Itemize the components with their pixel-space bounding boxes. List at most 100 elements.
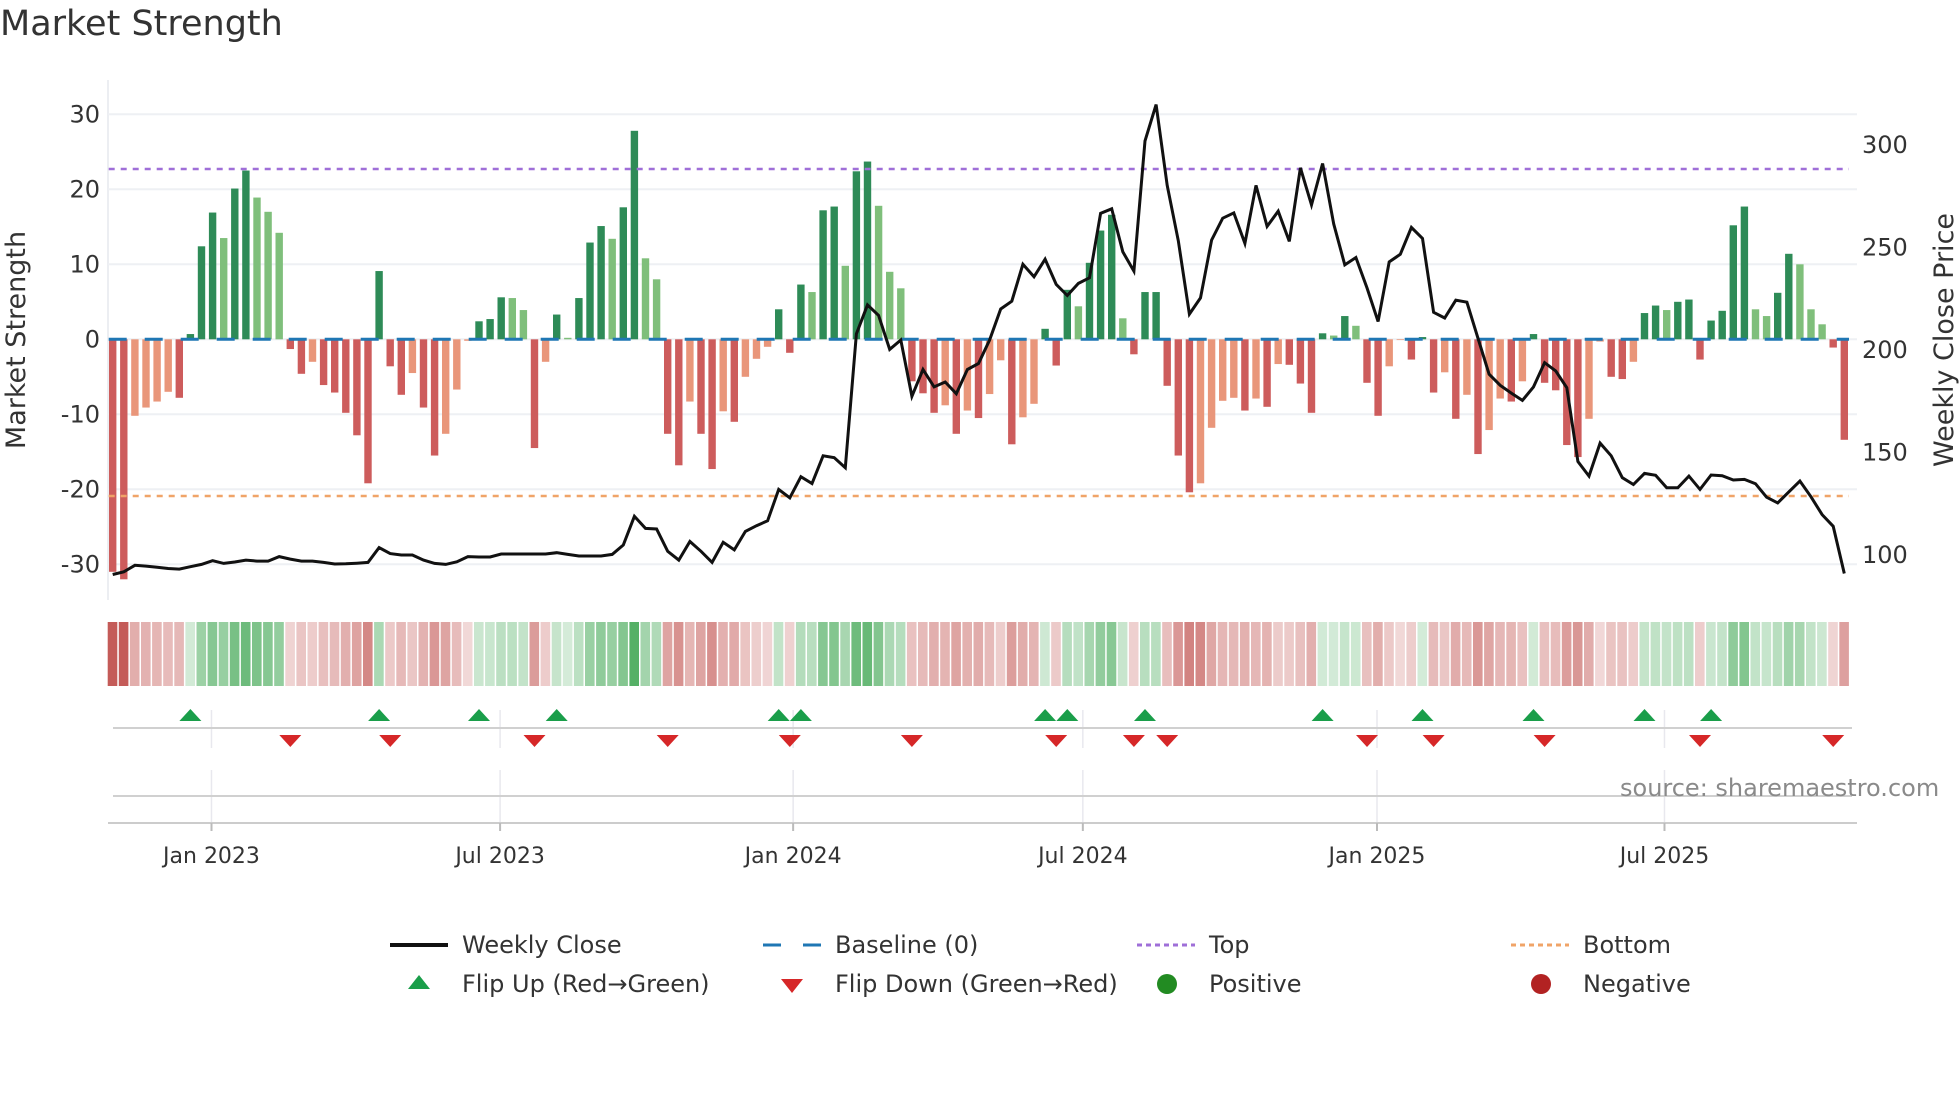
strip-cell <box>1661 622 1672 686</box>
strength-bar <box>109 339 117 572</box>
strip-cell <box>1350 622 1361 686</box>
strength-bar <box>1774 292 1782 340</box>
strip-cell <box>1439 622 1450 686</box>
strength-bar <box>1219 339 1227 401</box>
strength-bar <box>342 339 350 413</box>
strength-bar <box>475 321 483 340</box>
strip-cell <box>1384 622 1394 686</box>
strength-bar <box>1352 325 1360 340</box>
strip-cell <box>1395 622 1405 686</box>
strength-bar <box>220 238 228 340</box>
strip-cell <box>307 622 318 686</box>
strip-cell <box>1173 622 1183 686</box>
strength-bar <box>852 171 861 340</box>
strip-cell <box>1306 622 1317 686</box>
strip-cell <box>1517 622 1527 686</box>
strip-cell <box>662 622 673 686</box>
strength-bar <box>564 337 572 340</box>
strip-cell <box>829 622 839 686</box>
strip-cell <box>1084 622 1095 686</box>
y-tick-label: -30 <box>61 550 100 578</box>
strength-bar <box>1829 339 1837 348</box>
strip-cell <box>962 622 972 686</box>
strip-cell <box>784 622 795 686</box>
strip-cell <box>540 622 551 686</box>
strip-cell <box>1417 622 1428 686</box>
strength-bar <box>1474 339 1482 455</box>
strip-cell <box>1106 622 1117 686</box>
strength-bar <box>819 210 827 340</box>
strip-cell <box>1328 622 1339 686</box>
strength-bar <box>530 339 539 449</box>
strength-bar <box>1119 318 1127 340</box>
strip-cell <box>141 622 151 686</box>
x-tick-label: Jan 2025 <box>1327 844 1426 869</box>
flip-up-marker <box>545 709 568 721</box>
strength-bar <box>830 206 838 340</box>
y-tick-label: -10 <box>61 400 100 428</box>
strip-cell <box>651 622 662 686</box>
strength-bar <box>708 339 716 470</box>
strength-bar <box>1307 339 1316 413</box>
flip-up-marker <box>1056 709 1079 721</box>
strength-bar <box>486 319 494 340</box>
flip-up-marker <box>1522 709 1545 721</box>
strength-bar <box>275 232 283 340</box>
strip-cell <box>1262 622 1272 686</box>
strip-cell <box>274 622 284 686</box>
flip-down-marker <box>1533 735 1556 747</box>
strength-bar <box>541 339 550 362</box>
strength-bar <box>1285 339 1293 365</box>
y-tick-label: 10 <box>69 250 100 278</box>
strip-cell <box>1539 622 1550 686</box>
strip-cell <box>884 622 895 686</box>
strip-cell <box>207 622 218 686</box>
strip-cell <box>684 622 695 686</box>
strip-cell <box>1528 622 1539 686</box>
strip-cell <box>1428 622 1439 686</box>
strength-bar <box>1762 316 1771 340</box>
strip-cell <box>529 622 540 686</box>
strip-cell <box>1184 622 1194 686</box>
strength-bar <box>1629 339 1638 362</box>
strength-bar <box>652 279 661 340</box>
strength-bar <box>153 339 161 402</box>
flip-down-marker <box>656 735 679 747</box>
strength-bar <box>1696 339 1704 360</box>
strength-bar <box>1374 339 1382 416</box>
axes: -30 -20 -10 0 10 20 30 100 150 200 250 300 Market St… <box>1 100 1960 869</box>
flip-down-marker <box>1045 735 1068 747</box>
strength-bar <box>1518 339 1527 382</box>
strip-cell <box>1073 622 1083 686</box>
strip-cell <box>1251 622 1261 686</box>
strength-bar <box>775 309 783 340</box>
strip-cell <box>1639 622 1650 686</box>
strip-cell <box>762 622 773 686</box>
strength-bar <box>1241 339 1249 411</box>
strength-bar <box>453 339 461 390</box>
flip-up-marker <box>368 709 391 721</box>
x-tick-label: Jul 2025 <box>1618 844 1710 869</box>
strip-cell <box>152 622 162 686</box>
strength-bar <box>1163 339 1171 386</box>
strength-bar <box>841 265 849 340</box>
strength-bar <box>131 339 139 416</box>
strip-cell <box>462 622 473 686</box>
flip-markers <box>113 709 1852 797</box>
strip-cell <box>940 622 950 686</box>
strength-bar <box>1452 339 1460 419</box>
strip-cell <box>807 622 817 686</box>
strip-cell <box>240 622 251 686</box>
strength-bar <box>930 339 938 413</box>
strength-bar <box>242 170 250 340</box>
strip-cell <box>185 622 195 686</box>
strip-cell <box>1628 622 1638 686</box>
strip-cell <box>1584 622 1594 686</box>
strip-cell <box>1672 622 1683 686</box>
strip-cell <box>629 622 639 686</box>
strip-cell <box>1728 622 1738 686</box>
strip-cell <box>1817 622 1827 686</box>
strip-cell <box>418 622 429 686</box>
flip-up-marker <box>1134 709 1156 721</box>
strip-cell <box>618 622 628 686</box>
